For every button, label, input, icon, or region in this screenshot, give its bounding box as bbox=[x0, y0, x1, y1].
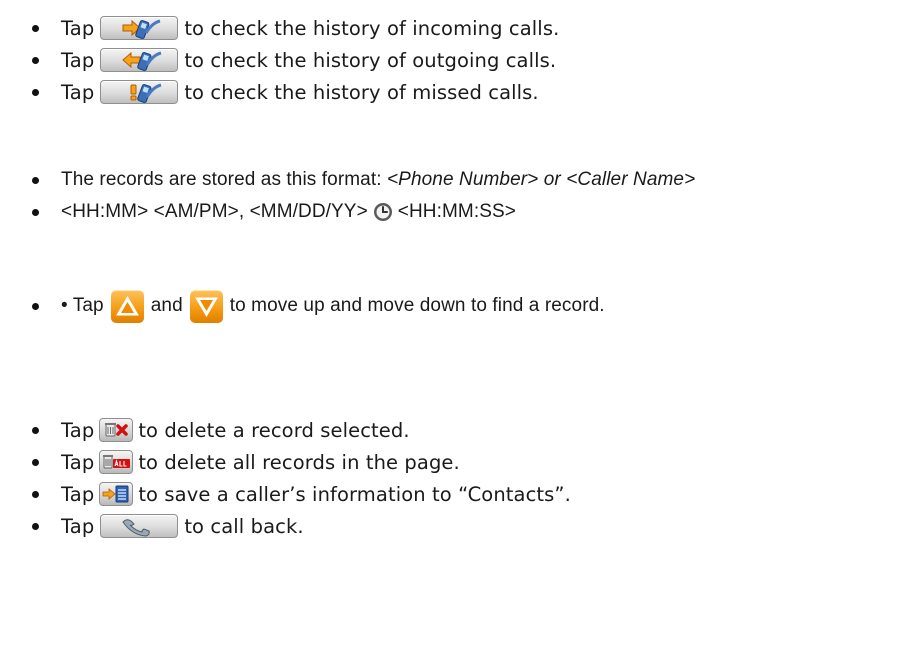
item-suffix: to check the history of outgoing calls. bbox=[184, 48, 557, 72]
list-item: Tap to check the history of incoming cal… bbox=[0, 12, 919, 44]
delete-all-button[interactable] bbox=[99, 450, 134, 474]
list-item: Tap to check the history of missed calls… bbox=[0, 76, 919, 108]
list-item: Tap to delete a record selected. bbox=[0, 414, 919, 446]
move-up-button[interactable] bbox=[110, 289, 144, 323]
format-italic: <Phone Number> or <Caller Name> bbox=[386, 169, 696, 190]
missed-call-button[interactable] bbox=[100, 80, 179, 104]
item-prefix: Tap bbox=[61, 514, 95, 538]
incoming-call-button[interactable] bbox=[100, 16, 179, 40]
list-item-text: Tap to check the history of outgoing cal… bbox=[61, 44, 556, 76]
list-item-text: Tap to call back. bbox=[61, 510, 304, 542]
item-prefix: Tap bbox=[61, 48, 95, 72]
list-item-text: Tap to check the history of incoming cal… bbox=[61, 12, 559, 44]
arrow-up-icon bbox=[115, 295, 139, 315]
list-item-text: The records are stored as this format: <… bbox=[61, 164, 695, 196]
item-prefix: Tap bbox=[61, 80, 95, 104]
bullet bbox=[32, 426, 39, 434]
item-suffix: to check the history of incoming calls. bbox=[184, 16, 560, 40]
list-item: <HH:MM> <AM/PM>, <MM/DD/YY> <HH:MM:SS> bbox=[0, 196, 919, 228]
bullet bbox=[32, 522, 39, 530]
bullet bbox=[32, 302, 39, 310]
list-item: The records are stored as this format: <… bbox=[0, 164, 919, 196]
item-suffix: to delete a record selected. bbox=[138, 418, 410, 442]
format-time-prefix: <HH:MM> <AM/PM>, <MM/DD/YY> bbox=[61, 201, 368, 222]
arrow-down-icon bbox=[194, 297, 218, 317]
bullet bbox=[32, 458, 39, 466]
call-back-button[interactable] bbox=[100, 514, 179, 538]
list-item: Tap to save a caller’s information to “C… bbox=[0, 478, 919, 510]
outgoing-call-icon bbox=[122, 51, 162, 71]
list-item: Tap to call back. bbox=[0, 510, 919, 542]
save-to-contacts-icon bbox=[102, 485, 129, 503]
save-to-contacts-button[interactable] bbox=[99, 482, 134, 506]
format-duration: <HH:MM:SS> bbox=[397, 201, 516, 222]
delete-record-icon bbox=[105, 423, 129, 437]
item-prefix: Tap bbox=[61, 16, 95, 40]
bullet bbox=[32, 24, 39, 32]
missed-call-icon bbox=[130, 83, 162, 103]
list-item: • Tap and to move up and move down to fi… bbox=[0, 286, 919, 326]
format-prefix: The records are stored as this format: bbox=[61, 169, 387, 190]
list-item-text: Tap to delete a record selected. bbox=[61, 414, 410, 446]
item-suffix: to save a caller’s information to “Conta… bbox=[138, 482, 571, 506]
delete-record-button[interactable] bbox=[99, 418, 134, 442]
clock-icon bbox=[373, 203, 392, 221]
list-item-text: Tap to check the history of missed calls… bbox=[61, 76, 539, 108]
item-suffix: to delete all records in the page. bbox=[138, 450, 460, 474]
list-item-text: Tap to save a caller’s information to “C… bbox=[61, 478, 571, 510]
list-item-text: <HH:MM> <AM/PM>, <MM/DD/YY> <HH:MM:SS> bbox=[61, 196, 516, 228]
bullet bbox=[32, 56, 39, 64]
nav-middle: and bbox=[150, 295, 183, 316]
item-prefix: Tap bbox=[61, 482, 95, 506]
list-item: Tap to check the history of outgoing cal… bbox=[0, 44, 919, 76]
bullet bbox=[32, 88, 39, 96]
item-prefix: Tap bbox=[61, 418, 95, 442]
incoming-call-icon bbox=[122, 19, 161, 39]
outgoing-call-button[interactable] bbox=[100, 48, 179, 72]
call-back-icon bbox=[122, 519, 150, 537]
list-item-text: • Tap and to move up and move down to fi… bbox=[61, 286, 605, 326]
item-prefix: Tap bbox=[61, 450, 95, 474]
nav-suffix: to move up and move down to find a recor… bbox=[229, 295, 605, 316]
move-down-button[interactable] bbox=[189, 289, 223, 323]
bullet bbox=[32, 490, 39, 498]
bullet bbox=[32, 176, 39, 184]
nav-prefix: • Tap bbox=[61, 295, 104, 316]
bullet bbox=[32, 208, 39, 216]
list-item: Tap to delete all records in the page. bbox=[0, 446, 919, 478]
list-item-text: Tap to delete all records in the page. bbox=[61, 446, 460, 478]
delete-all-icon bbox=[103, 455, 131, 469]
item-suffix: to check the history of missed calls. bbox=[184, 80, 539, 104]
item-suffix: to call back. bbox=[184, 514, 304, 538]
